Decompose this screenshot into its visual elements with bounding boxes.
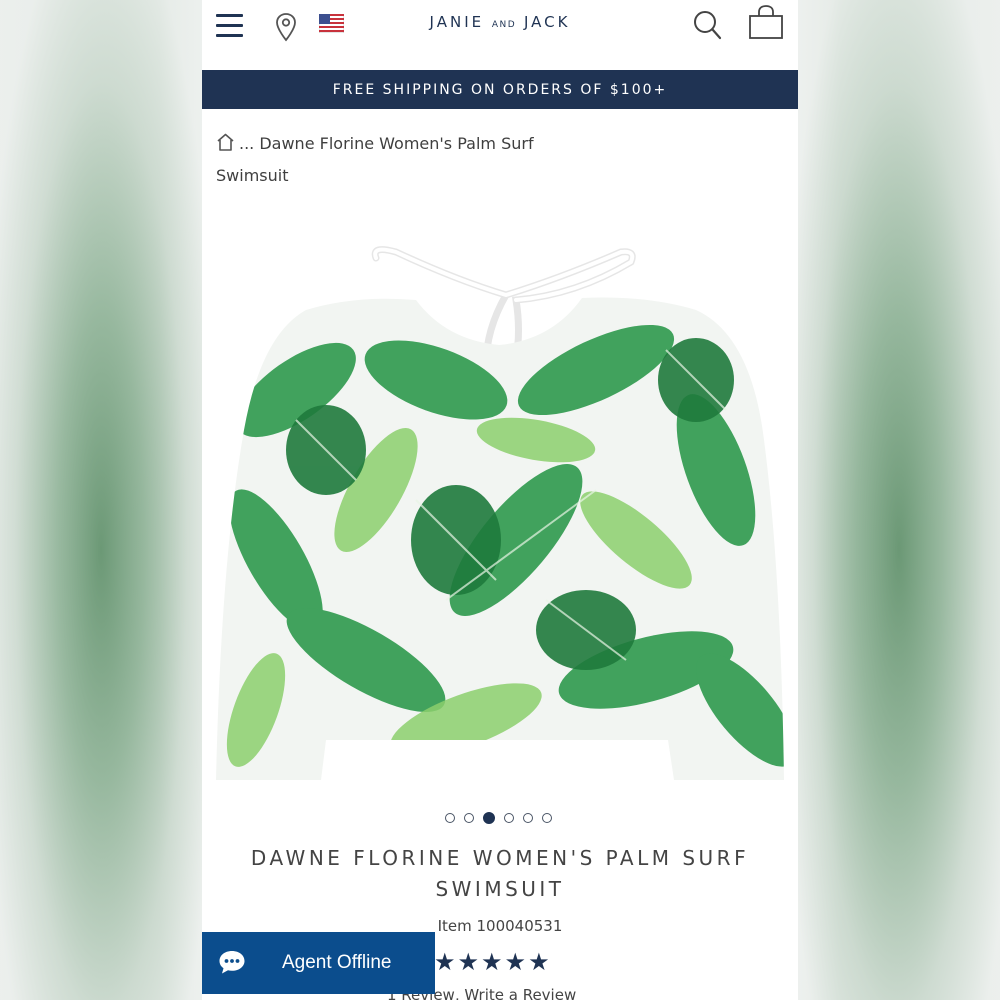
free-shipping-banner[interactable]: FREE SHIPPING ON ORDERS OF $100+ <box>202 70 798 109</box>
background-blur-left <box>0 0 202 1000</box>
site-header: JANIE AND JACK <box>202 0 798 70</box>
search-icon[interactable] <box>692 9 722 41</box>
brand-word-and: AND <box>491 20 517 30</box>
carousel-dot[interactable] <box>504 813 514 823</box>
rating-stars[interactable]: ★★★★★ <box>434 948 552 976</box>
carousel-dot-active[interactable] <box>483 812 495 824</box>
us-flag-icon[interactable] <box>319 14 344 33</box>
mobile-page: JANIE AND JACK FREE SHIPPING ON ORDERS O… <box>202 0 798 1000</box>
carousel-dot[interactable] <box>542 813 552 823</box>
home-icon[interactable] <box>216 133 235 151</box>
location-pin-icon[interactable] <box>274 12 298 42</box>
carousel-dot[interactable] <box>464 813 474 823</box>
chat-status-label: Agent Offline <box>282 952 392 973</box>
chat-widget[interactable]: Agent Offline <box>202 932 435 994</box>
shopping-bag-icon[interactable] <box>748 4 784 40</box>
menu-icon[interactable] <box>216 14 244 38</box>
product-title: DAWNE FLORINE WOMEN'S PALM SURF SWIMSUIT <box>250 846 750 901</box>
breadcrumb-text[interactable]: ... Dawne Florine Women's Palm Surf Swim… <box>216 134 534 185</box>
banner-text: FREE SHIPPING ON ORDERS OF $100+ <box>332 82 668 98</box>
background-blur-right <box>798 0 1000 1000</box>
brand-word-2: JACK <box>523 13 571 31</box>
product-image[interactable] <box>216 240 784 780</box>
brand-logo[interactable]: JANIE AND JACK <box>352 13 648 31</box>
carousel-dot[interactable] <box>523 813 533 823</box>
breadcrumb: ... Dawne Florine Women's Palm Surf Swim… <box>216 128 546 192</box>
brand-word-1: JANIE <box>429 13 485 31</box>
chat-bubble-icon <box>219 951 245 974</box>
carousel-dot[interactable] <box>445 813 455 823</box>
